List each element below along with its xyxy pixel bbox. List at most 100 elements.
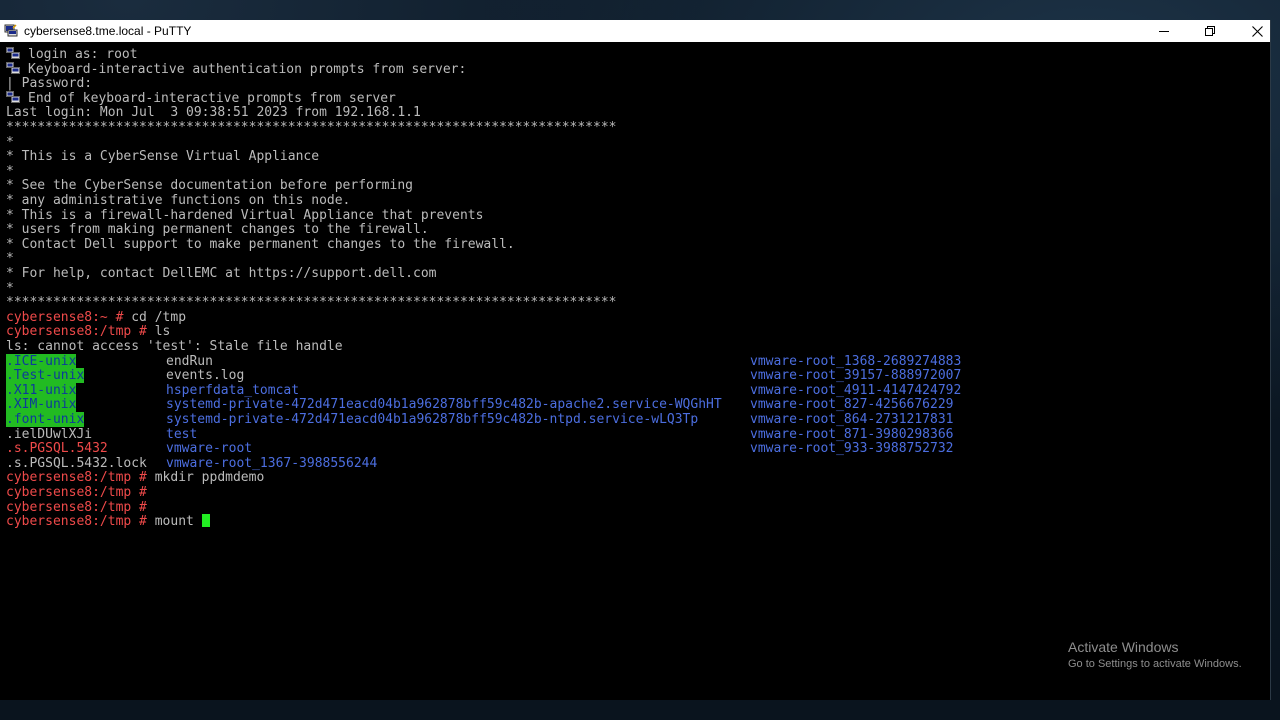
shell-command: cd /tmp [123, 310, 187, 325]
close-button[interactable] [1234, 20, 1280, 42]
restore-icon [1205, 26, 1215, 36]
shell-command: mount [146, 514, 202, 529]
terminal-line: login as: root [6, 47, 138, 62]
ls-entry-text: vmware-root_871-3980298366 [750, 427, 954, 442]
terminal-line-text: * For help, contact DellEMC at https://s… [6, 266, 437, 281]
ls-entry-text: .font-unix [6, 412, 85, 427]
terminal-line-text: * [6, 135, 14, 150]
ls-entry-text: .Test-unix [6, 368, 85, 383]
terminal-line: * [6, 135, 14, 150]
ls-entry-text: vmware-root_39157-888972007 [750, 368, 962, 383]
terminal-line-text: Keyboard-interactive authentication prom… [28, 62, 467, 77]
terminal-line: End of keyboard-interactive prompts from… [6, 91, 396, 106]
ls-entry: vmware-root_864-2731217831 [750, 412, 954, 427]
terminal-line-text: Last login: Mon Jul 3 09:38:51 2023 from… [6, 105, 421, 120]
ls-entry: vmware-root [166, 441, 252, 456]
ls-entry: endRun [166, 354, 213, 369]
activate-windows-watermark: Activate Windows Go to Settings to activ… [1068, 638, 1242, 672]
ls-entry-text: .XIM-unix [6, 397, 77, 412]
terminal-line: * [6, 281, 14, 296]
restore-button[interactable] [1187, 20, 1233, 42]
terminal-line: ****************************************… [6, 120, 616, 135]
ls-entry-text: vmware-root [166, 441, 253, 456]
ls-entry: .ielDUwlXJi [6, 427, 92, 442]
terminal-line-text: * [6, 251, 14, 266]
ls-entry-text: vmware-root_1367-3988556244 [166, 456, 378, 471]
terminal-line-text: * [6, 281, 14, 296]
terminal-line-text: * [6, 164, 14, 179]
close-icon [1251, 25, 1263, 37]
ls-entry: .s.PGSQL.5432 [6, 441, 108, 456]
terminal-line-text: * Contact Dell support to make permanent… [6, 237, 515, 252]
terminal-line-text: * This is a CyberSense Virtual Appliance [6, 149, 320, 164]
ls-entry-text: vmware-root_864-2731217831 [750, 412, 954, 427]
shell-prompt: cybersense8:/tmp # [6, 485, 147, 500]
shell-prompt-line: cybersense8:/tmp # [6, 485, 147, 500]
ls-entry-text: .X11-unix [6, 383, 77, 398]
activate-windows-title: Activate Windows [1068, 639, 1179, 655]
ls-entry-text: test [166, 427, 198, 442]
ls-entry-text: events.log [166, 368, 245, 383]
terminal-line-text: End of keyboard-interactive prompts from… [28, 91, 396, 106]
minimize-button[interactable] [1141, 20, 1187, 42]
terminal-scrollbar[interactable] [1266, 42, 1270, 700]
ls-entry: vmware-root_1367-3988556244 [166, 456, 377, 471]
terminal-line: Last login: Mon Jul 3 09:38:51 2023 from… [6, 105, 421, 120]
shell-prompt: cybersense8:/tmp # [6, 324, 147, 339]
minimize-icon [1159, 31, 1169, 32]
putty-window[interactable]: cybersense8.tme.local - PuTTY login as: … [0, 20, 1271, 700]
ls-entry: vmware-root_1368-2689274883 [750, 354, 961, 369]
ls-entry: vmware-root_933-3988752732 [750, 441, 954, 456]
terminal-line-text: ****************************************… [6, 120, 617, 135]
ls-entry-text: .ielDUwlXJi [6, 427, 93, 442]
ls-entry: systemd-private-472d471eacd04b1a962878bf… [166, 412, 698, 427]
shell-prompt-line: cybersense8:/tmp # mkdir ppdmdemo [6, 470, 264, 485]
title-bar[interactable]: cybersense8.tme.local - PuTTY [0, 20, 1270, 42]
ls-entry: vmware-root_827-4256676229 [750, 397, 954, 412]
ls-entry-text: vmware-root_933-3988752732 [750, 441, 954, 456]
putty-app-icon [4, 24, 18, 37]
terminal-line: ls: cannot access 'test': Stale file han… [6, 339, 343, 354]
activate-windows-subtitle: Go to Settings to activate Windows. [1068, 658, 1242, 670]
terminal-line-text: * any administrative functions on this n… [6, 193, 351, 208]
terminal-line: * users from making permanent changes to… [6, 222, 429, 237]
shell-prompt-line: cybersense8:~ # cd /tmp [6, 310, 186, 325]
terminal-line-text: * See the CyberSense documentation befor… [6, 178, 413, 193]
ls-entry: .ICE-unix [6, 354, 77, 369]
ls-entry: systemd-private-472d471eacd04b1a962878bf… [166, 397, 722, 412]
terminal-line: Keyboard-interactive authentication prom… [6, 62, 466, 77]
ls-entry: test [166, 427, 197, 442]
terminal-line: * any administrative functions on this n… [6, 193, 350, 208]
terminal-line-text: ****************************************… [6, 295, 617, 310]
ls-entry-text: hsperfdata_tomcat [166, 383, 300, 398]
ls-entry: .X11-unix [6, 383, 77, 398]
ls-entry-text: vmware-root_827-4256676229 [750, 397, 954, 412]
shell-command: ls [146, 324, 171, 339]
terminal-line: * [6, 251, 14, 266]
shell-prompt-line: cybersense8:/tmp # mount [6, 514, 210, 529]
ls-entry-text: vmware-root_1368-2689274883 [750, 354, 962, 369]
terminal-line-text: ls: cannot access 'test': Stale file han… [6, 339, 343, 354]
ls-entry: .font-unix [6, 412, 85, 427]
terminal-line-text: login as: root [28, 47, 138, 62]
terminal-line: ****************************************… [6, 295, 616, 310]
terminal-line: * See the CyberSense documentation befor… [6, 178, 413, 193]
terminal-line: * [6, 164, 14, 179]
terminal-line: * This is a CyberSense Virtual Appliance [6, 149, 319, 164]
terminal-line: * This is a firewall-hardened Virtual Ap… [6, 208, 483, 223]
ls-entry: events.log [166, 368, 244, 383]
ls-entry: vmware-root_871-3980298366 [750, 427, 954, 442]
terminal-line: * Contact Dell support to make permanent… [6, 237, 515, 252]
shell-prompt: cybersense8:/tmp # [6, 500, 147, 515]
terminal-screen[interactable]: login as: root Keyboard-interactive authe… [0, 42, 1266, 700]
terminal-line-text: | Password: [6, 76, 93, 91]
ls-entry-text: .s.PGSQL.5432 [6, 441, 108, 456]
putty-auth-icon [6, 47, 20, 59]
ls-entry-text: .s.PGSQL.5432.lock [6, 456, 147, 471]
ls-entry-text: vmware-root_4911-4147424792 [750, 383, 962, 398]
shell-command: mkdir ppdmdemo [146, 470, 265, 485]
ls-entry-text: .ICE-unix [6, 354, 77, 369]
shell-prompt: cybersense8:/tmp # [6, 470, 147, 485]
window-title: cybersense8.tme.local - PuTTY [24, 24, 192, 38]
shell-prompt-line: cybersense8:/tmp # ls [6, 324, 170, 339]
